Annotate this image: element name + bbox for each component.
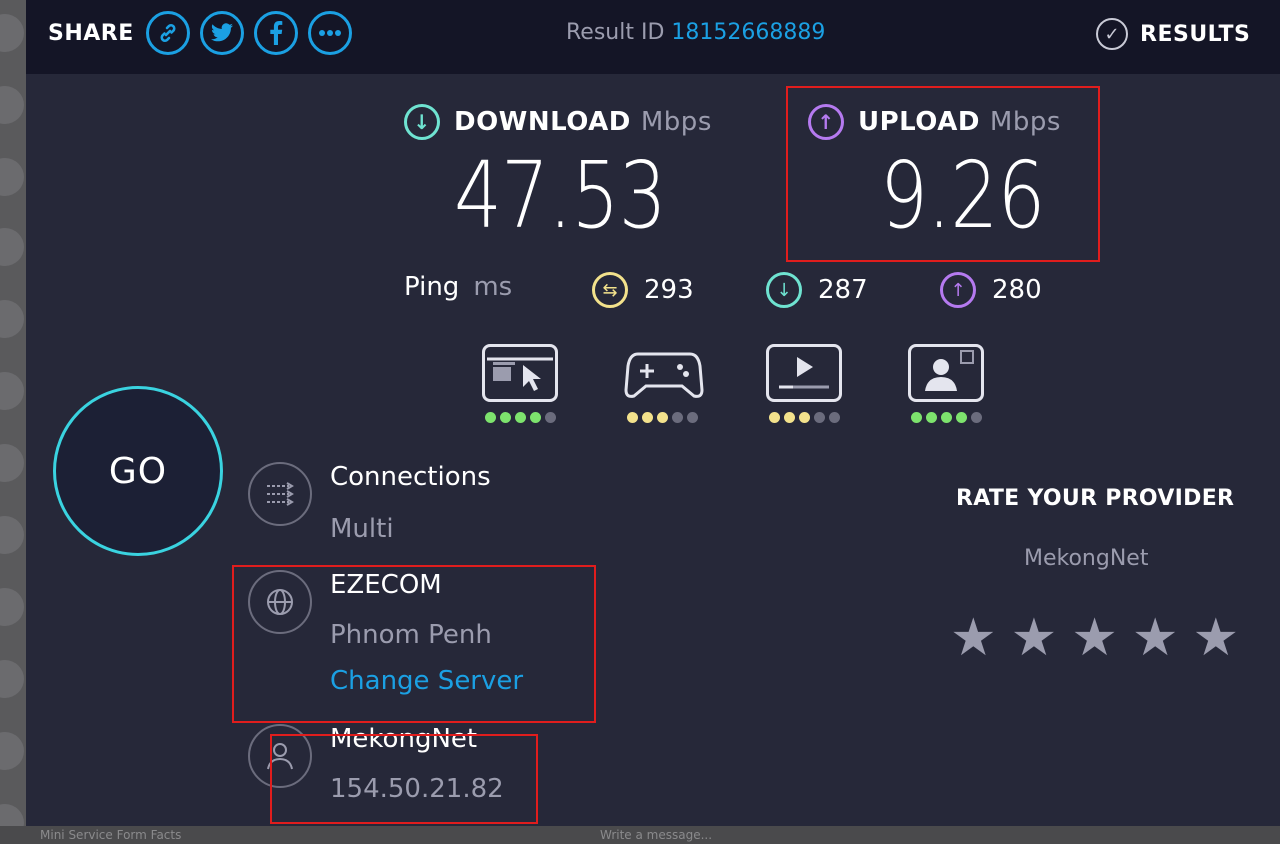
ping-unit: ms — [473, 272, 513, 302]
background-avatar — [0, 14, 24, 52]
background-avatar — [0, 228, 24, 266]
ping-idle-value: 293 — [644, 275, 694, 305]
ping-upload: ↑ 280 — [940, 272, 1042, 308]
gaming-rating — [622, 412, 702, 423]
streaming-rating — [764, 412, 844, 423]
check-circle-icon: ✓ — [1096, 18, 1128, 50]
star-icon[interactable]: ★ — [1071, 608, 1118, 668]
ping-label-group: Ping ms — [404, 272, 512, 302]
go-button[interactable]: GO — [53, 386, 223, 556]
result-id: Result ID 18152668889 — [566, 20, 825, 45]
background-avatar — [0, 300, 24, 338]
background-form-hint: Mini Service Form Facts — [40, 828, 182, 842]
server-highlight-box — [232, 565, 596, 723]
background-avatar — [0, 444, 24, 482]
gaming-quality[interactable] — [622, 344, 704, 423]
ping-upload-value: 280 — [992, 275, 1042, 305]
download-value: 47.53 — [454, 142, 667, 249]
ping-idle: ⇆ 293 — [592, 272, 694, 308]
background-avatar — [0, 516, 24, 554]
connections-title: Connections — [330, 462, 491, 492]
background-avatar — [0, 732, 24, 770]
rating-stars: ★ ★ ★ ★ ★ — [950, 608, 1253, 668]
background-message-placeholder: Write a message... — [600, 828, 713, 842]
video-chat-rating — [906, 412, 986, 423]
background-avatar — [0, 372, 24, 410]
speedtest-result-panel: SHARE Result ID 18152668889 ✓ RESULTS ↓ … — [26, 0, 1280, 826]
browsing-quality[interactable] — [480, 344, 560, 423]
share-bar: SHARE — [48, 10, 362, 56]
star-icon[interactable]: ★ — [1011, 608, 1058, 668]
link-icon[interactable] — [145, 11, 190, 55]
ping-download: ↓ 287 — [766, 272, 868, 308]
connections-value: Multi — [330, 514, 394, 544]
connections-icon — [248, 462, 312, 526]
result-id-link[interactable]: 18152668889 — [671, 20, 825, 45]
video-player-icon — [766, 344, 842, 402]
star-icon[interactable]: ★ — [950, 608, 997, 668]
rate-provider-title: RATE YOUR PROVIDER — [956, 486, 1235, 511]
background-avatar — [0, 86, 24, 124]
share-label: SHARE — [48, 20, 134, 46]
ping-label: Ping — [404, 272, 460, 302]
gamepad-icon — [624, 344, 704, 402]
top-bar: SHARE Result ID 18152668889 ✓ RESULTS — [26, 0, 1280, 74]
isp-highlight-box — [270, 734, 538, 824]
star-icon[interactable]: ★ — [1132, 608, 1179, 668]
browser-cursor-icon — [482, 344, 558, 402]
download-arrow-icon: ↓ — [404, 104, 440, 140]
background-avatar — [0, 588, 24, 626]
download-unit: Mbps — [640, 107, 712, 137]
streaming-quality[interactable] — [764, 344, 844, 423]
upload-latency-icon: ↑ — [940, 272, 976, 308]
results-button[interactable]: ✓ RESULTS — [1096, 18, 1250, 50]
ping-download-value: 287 — [818, 275, 868, 305]
background-avatar — [0, 660, 24, 698]
video-chat-quality[interactable] — [906, 344, 986, 423]
facebook-icon[interactable] — [253, 11, 298, 55]
results-label: RESULTS — [1140, 21, 1251, 47]
star-icon[interactable]: ★ — [1193, 608, 1240, 668]
background-chat-bar: Mini Service Form Facts Write a message.… — [0, 826, 1280, 844]
background-avatar — [0, 158, 24, 196]
idle-latency-icon: ⇆ — [592, 272, 628, 308]
download-label: DOWNLOAD — [454, 107, 631, 137]
rate-provider-name: MekongNet — [1024, 546, 1149, 571]
browsing-rating — [480, 412, 560, 423]
upload-highlight-box — [786, 86, 1100, 262]
result-id-label: Result ID — [566, 20, 665, 45]
video-call-icon — [908, 344, 984, 402]
more-icon[interactable] — [307, 11, 352, 55]
download-metric: ↓ DOWNLOAD Mbps 47.53 — [404, 104, 712, 249]
download-latency-icon: ↓ — [766, 272, 802, 308]
twitter-icon[interactable] — [199, 11, 244, 55]
